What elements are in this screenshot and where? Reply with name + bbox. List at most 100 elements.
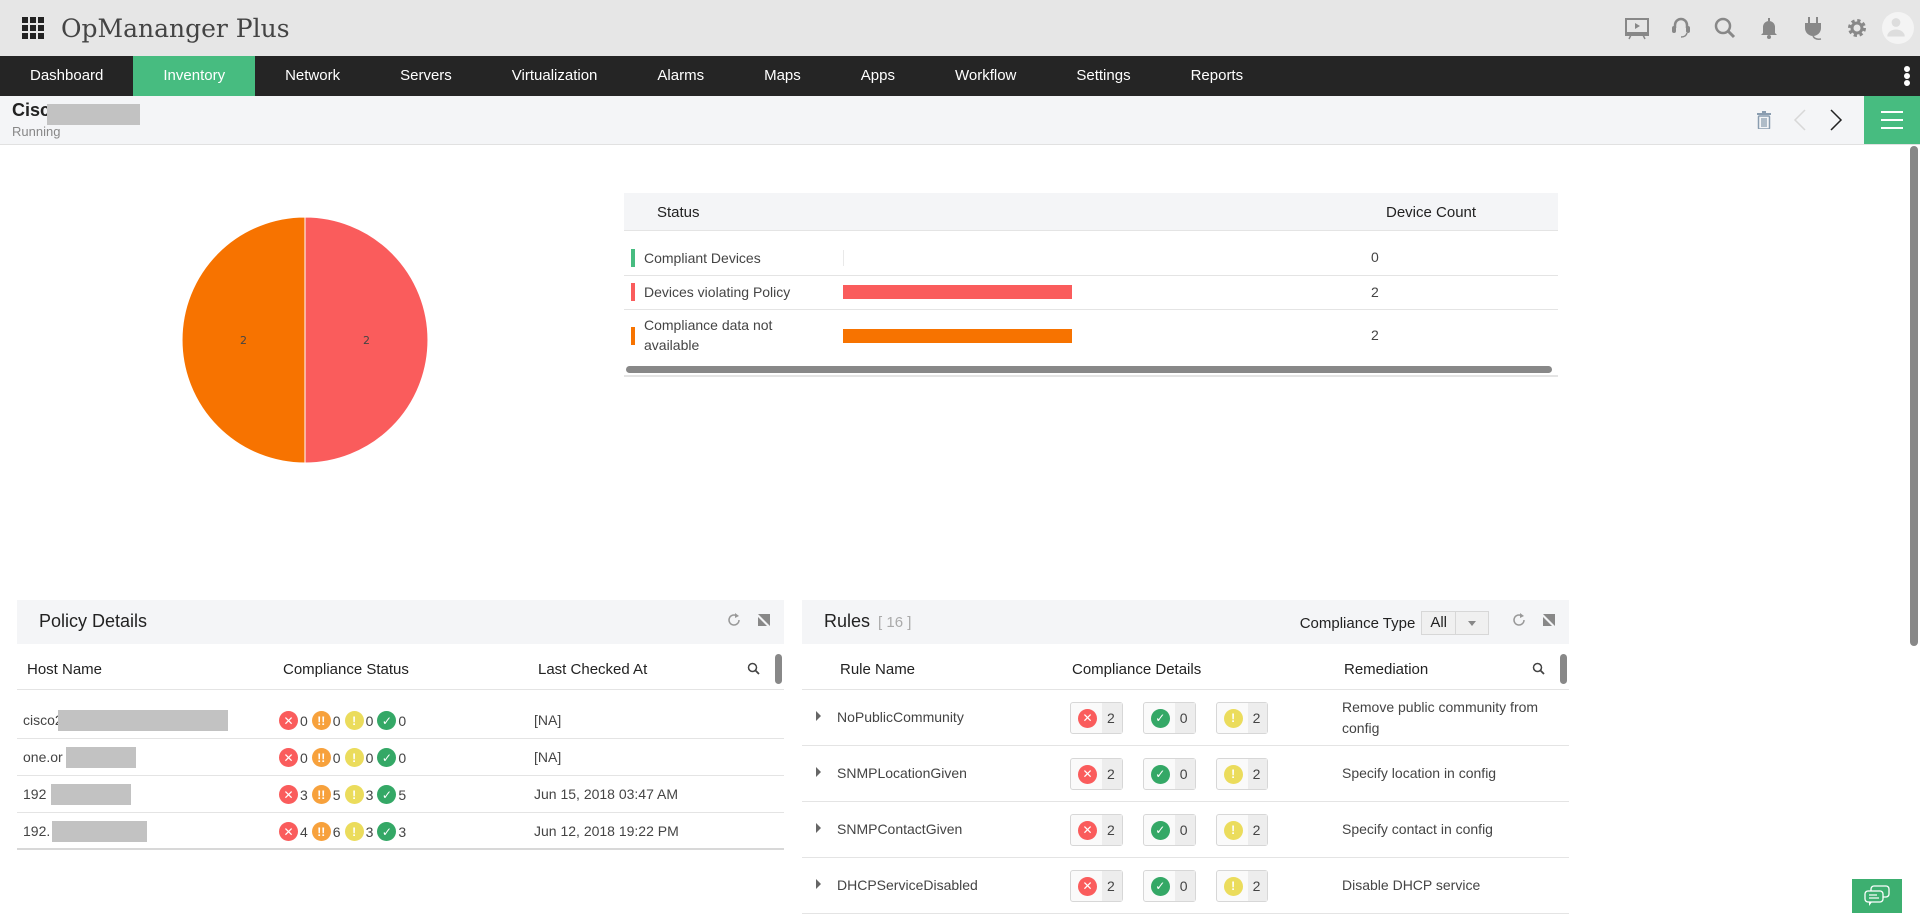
presentation-icon[interactable] [1622, 13, 1652, 43]
compliance-status: ✕ 0 !! 0 ! 0 ✓ 0 [279, 748, 410, 767]
expand-row-icon[interactable] [816, 823, 821, 833]
nav-item-maps[interactable]: Maps [734, 56, 831, 96]
major-count: 6 [332, 823, 341, 840]
search-icon[interactable] [1532, 662, 1545, 679]
compliant-count-pill[interactable]: ✓ 0 [1142, 702, 1196, 734]
nav-item-virtualization[interactable]: Virtualization [482, 56, 628, 96]
status-row-not-available[interactable]: Compliance data not available 2 [624, 310, 1558, 362]
chat-button[interactable] [1852, 879, 1902, 913]
compliance-type-label: Compliance Type [1299, 614, 1416, 632]
refresh-icon[interactable] [726, 612, 742, 628]
nav-item-workflow[interactable]: Workflow [925, 56, 1046, 96]
device-count-column-header: Device Count [1386, 204, 1477, 221]
not-available-count-pill[interactable]: ! 2 [1215, 758, 1269, 790]
expand-row-icon[interactable] [816, 767, 821, 777]
host-name[interactable]: cisco2 [23, 710, 228, 731]
violated-count-pill[interactable]: ✕ 2 [1070, 758, 1123, 790]
violated-count-pill[interactable]: ✕ 2 [1070, 702, 1123, 734]
violated-count-pill[interactable]: ✕ 2 [1070, 870, 1123, 902]
plug-icon[interactable] [1798, 13, 1828, 43]
critical-count: 3 [300, 786, 308, 803]
host-name[interactable]: one.or [23, 747, 136, 768]
remediation-column-header[interactable]: Remediation [1344, 661, 1428, 678]
next-button[interactable] [1818, 96, 1854, 144]
nav-item-servers[interactable]: Servers [370, 56, 482, 96]
major-count: 5 [332, 786, 341, 803]
redacted-block [66, 747, 136, 768]
rules-count: [ 16 ] [878, 614, 912, 631]
compliance-status-column-header[interactable]: Compliance Status [283, 661, 409, 678]
last-checked-column-header[interactable]: Last Checked At [538, 661, 647, 678]
compliant-count-pill[interactable]: ✓ 0 [1142, 814, 1196, 846]
search-icon[interactable] [747, 662, 760, 679]
compliant-count-pill[interactable]: ✓ 0 [1142, 758, 1196, 790]
last-checked-at: [NA] [534, 712, 562, 728]
rule-table-row[interactable]: NoPublicCommunity ✕ 2 ✓ 0 ! 2 Remove public… [802, 690, 1569, 746]
refresh-icon[interactable] [1511, 612, 1527, 628]
critical-x-icon: ✕ [1078, 764, 1097, 784]
search-icon[interactable] [1710, 13, 1740, 43]
nav-item-reports[interactable]: Reports [1161, 56, 1274, 96]
rule-name[interactable]: SNMPLocationGiven [837, 765, 967, 781]
compliant-count-pill[interactable]: ✓ 0 [1142, 870, 1196, 902]
host-name[interactable]: 192. [23, 821, 147, 842]
gear-icon[interactable] [1842, 13, 1872, 43]
expand-row-icon[interactable] [816, 711, 821, 721]
policy-table-row[interactable]: cisco2 ✕ 0 !! 0 ! 0 ✓ 0 [NA] [17, 702, 784, 739]
violated-count-pill[interactable]: ✕ 2 [1070, 814, 1123, 846]
compliance-details-column-header[interactable]: Compliance Details [1072, 661, 1201, 678]
headset-support-icon[interactable] [1666, 13, 1696, 43]
critical-x-icon: ✕ [279, 748, 298, 767]
policy-table-row[interactable]: 192. ✕ 4 !! 6 ! 3 ✓ 3 Jun 12, 2018 19:22 PM [17, 813, 784, 850]
expand-row-icon[interactable] [816, 879, 821, 889]
rule-table-row[interactable]: SNMPContactGiven ✕ 2 ✓ 0 ! 2 Specify contac… [802, 802, 1569, 858]
nav-item-inventory[interactable]: Inventory [133, 56, 256, 96]
minor-exclamation-icon: ! [344, 785, 364, 804]
nav-item-alarms[interactable]: Alarms [627, 56, 734, 96]
policy-table-row[interactable]: one.or ✕ 0 !! 0 ! 0 ✓ 0 [NA] [17, 739, 784, 776]
collapse-icon[interactable] [756, 612, 772, 628]
critical-x-icon: ✕ [1078, 820, 1097, 840]
app-grid-icon[interactable] [22, 17, 44, 39]
page-scrollbar[interactable] [1910, 146, 1918, 646]
last-checked-at: [NA] [534, 749, 562, 765]
more-vertical-icon[interactable] [1904, 66, 1910, 86]
not-available-count-pill[interactable]: ! 2 [1215, 702, 1269, 734]
compliance-type-select[interactable]: All [1421, 611, 1489, 635]
user-avatar-icon[interactable] [1882, 12, 1914, 44]
critical-count: 0 [300, 712, 308, 729]
redacted-block [47, 104, 140, 125]
table-scrollbar[interactable] [775, 654, 782, 684]
rule-table-row[interactable]: SNMPLocationGiven ✕ 2 ✓ 0 ! 2 Specify locat… [802, 746, 1569, 802]
hamburger-menu-button[interactable] [1864, 96, 1920, 144]
collapse-icon[interactable] [1541, 612, 1557, 628]
rule-table-row[interactable]: DHCPServiceDisabled ✕ 2 ✓ 0 ! 2 Disable DHC… [802, 858, 1569, 914]
rule-name[interactable]: NoPublicCommunity [837, 709, 964, 725]
compliant-count: 5 [398, 786, 407, 803]
nav-item-apps[interactable]: Apps [831, 56, 925, 96]
not-available-count-pill[interactable]: ! 2 [1215, 870, 1269, 902]
redacted-block [58, 710, 228, 731]
not-available-count-pill[interactable]: ! 2 [1215, 814, 1269, 846]
host-name[interactable]: 192 [23, 784, 131, 805]
bell-icon[interactable] [1754, 13, 1784, 43]
delete-button[interactable] [1746, 96, 1782, 144]
bar-axis [843, 250, 844, 266]
status-row-compliant[interactable]: Compliant Devices 0 [624, 231, 1558, 276]
table-scrollbar[interactable] [1560, 654, 1567, 684]
rule-name[interactable]: DHCPServiceDisabled [837, 877, 978, 893]
horizontal-scrollbar[interactable] [626, 366, 1552, 373]
host-name-column-header[interactable]: Host Name [27, 661, 102, 678]
major-double-exclamation-icon: !! [311, 748, 331, 767]
rule-name-column-header[interactable]: Rule Name [840, 661, 915, 678]
not-available-count: 2 [1247, 815, 1268, 845]
policy-table-row[interactable]: 192 ✕ 3 !! 5 ! 3 ✓ 5 Jun 15, 2018 03:47 AM [17, 776, 784, 813]
nav-item-dashboard[interactable]: Dashboard [0, 56, 133, 96]
nav-item-settings[interactable]: Settings [1046, 56, 1160, 96]
previous-button[interactable] [1782, 96, 1818, 144]
rule-name[interactable]: SNMPContactGiven [837, 821, 962, 837]
compliant-check-icon: ✓ [1150, 876, 1170, 896]
nav-item-network[interactable]: Network [255, 56, 370, 96]
compliant-count: 0 [398, 712, 407, 729]
status-row-violating[interactable]: Devices violating Policy 2 [624, 276, 1558, 310]
